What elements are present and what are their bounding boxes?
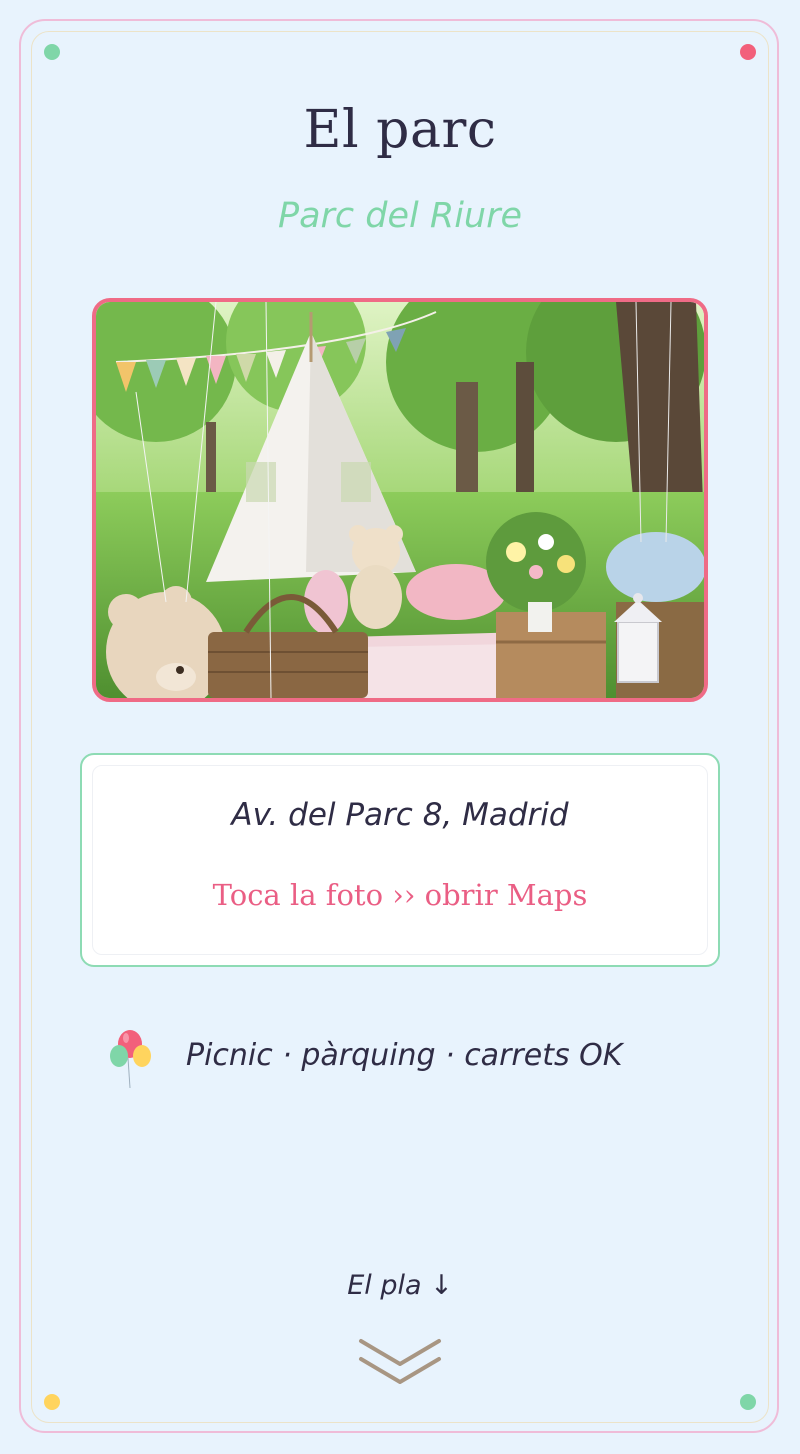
features-text: Picnic · pàrquing · carrets OK — [186, 1038, 623, 1073]
section-subtitle: Parc del Riure — [277, 196, 523, 236]
park-photo[interactable] — [92, 298, 708, 702]
section-title: El parc — [303, 100, 497, 160]
double-chevron-down-icon[interactable] — [358, 1338, 442, 1388]
corner-dot-icon — [740, 1394, 756, 1410]
next-section-label: El pla ↓ — [347, 1270, 453, 1301]
balloons-icon — [110, 1030, 151, 1089]
park-picnic-image — [96, 302, 704, 698]
open-maps-link[interactable]: Toca la foto ›› obrir Maps — [80, 878, 720, 912]
address-text: Av. del Parc 8, Madrid — [231, 797, 569, 833]
corner-dot-icon — [44, 44, 60, 60]
inner-frame — [31, 31, 769, 1423]
corner-dot-icon — [44, 1394, 60, 1410]
corner-dot-icon — [740, 44, 756, 60]
address-card-inner — [92, 765, 708, 955]
